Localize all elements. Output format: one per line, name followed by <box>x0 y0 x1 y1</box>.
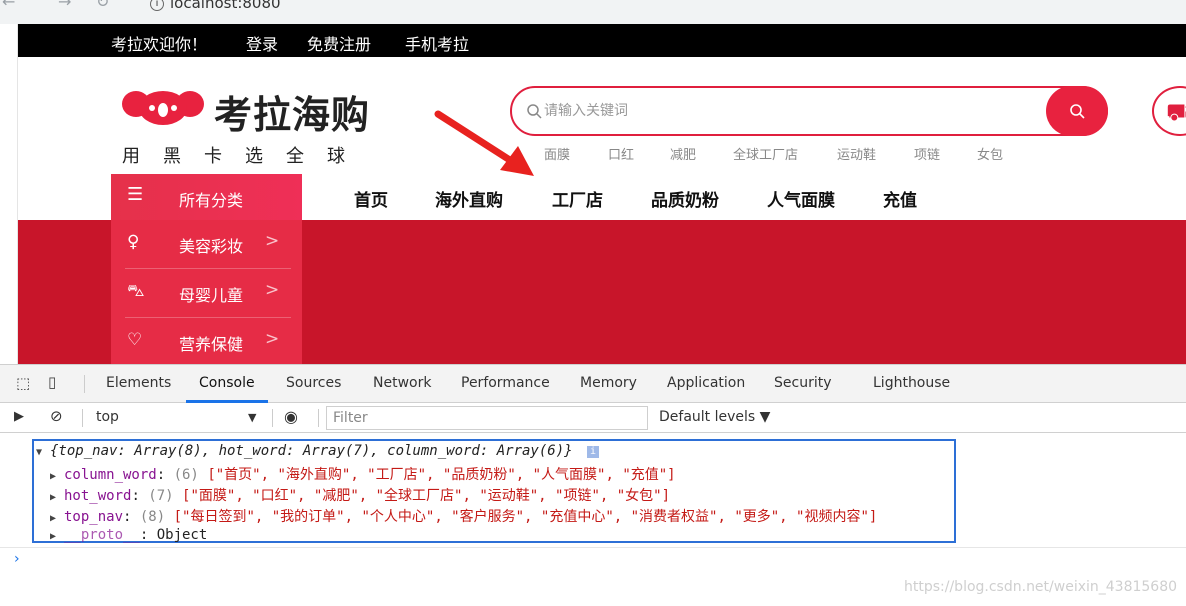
console-object-output: ▼ {top_nav: Array(8), hot_word: Array(7),… <box>32 439 956 543</box>
nav-item[interactable]: 品质奶粉 <box>651 186 719 211</box>
tab-application[interactable]: Application <box>667 375 745 391</box>
category-label: 母婴儿童 <box>179 286 244 305</box>
hot-word-link[interactable]: 减肥 <box>670 144 696 163</box>
hot-word-link[interactable]: 女包 <box>977 144 1003 163</box>
category-header[interactable]: ☰ 所有分类 <box>111 174 302 220</box>
back-icon[interactable]: ← <box>2 0 15 11</box>
eye-icon[interactable]: ◉ <box>284 407 298 426</box>
nav-item[interactable]: 首页 <box>354 186 388 211</box>
register-link[interactable]: 免费注册 <box>307 31 371 55</box>
tab-elements[interactable]: Elements <box>106 375 171 391</box>
top-bar: 考拉欢迎你！ 登录 免费注册 手机考拉 <box>18 24 1186 57</box>
info-icon[interactable]: i <box>587 446 600 458</box>
logo-title: 考拉海购 <box>214 93 371 137</box>
filter-input[interactable]: Filter <box>326 406 648 430</box>
hot-word-link[interactable]: 面膜 <box>544 144 570 163</box>
clear-console-icon[interactable]: ⊘ <box>50 407 63 425</box>
console-prompt-icon[interactable]: › <box>14 551 20 567</box>
watermark: https://blog.csdn.net/weixin_43815680 <box>904 579 1178 595</box>
chevron-right-icon: > <box>265 231 280 251</box>
annotation-arrow-icon <box>434 110 534 176</box>
stroller-icon: ⛍ <box>127 281 145 301</box>
cart-button[interactable]: ⛟ <box>1152 86 1186 136</box>
property-row[interactable]: ▶ __proto__: Object <box>50 527 207 543</box>
category-label: 美容彩妆 <box>179 237 244 256</box>
category-item-health[interactable]: ♡ 营养保健 > <box>125 318 291 364</box>
sidebar-toggle-icon[interactable]: ▶ <box>14 409 24 424</box>
expand-down-icon: ▼ <box>36 447 43 458</box>
reload-icon[interactable]: ↻ <box>96 0 109 11</box>
login-link[interactable]: 登录 <box>246 31 278 55</box>
nav-item[interactable]: 充值 <box>883 186 917 211</box>
divider <box>318 409 319 427</box>
chevron-down-icon[interactable]: ▼ <box>248 411 256 424</box>
expand-right-icon: ▶ <box>50 513 57 524</box>
nav-item[interactable]: 人气面膜 <box>767 186 835 211</box>
url-text: localhost:8080 <box>170 0 281 12</box>
divider <box>84 375 85 393</box>
mobile-link[interactable]: 手机考拉 <box>405 31 469 55</box>
tab-performance[interactable]: Performance <box>461 375 550 391</box>
context-select[interactable]: top <box>96 409 119 425</box>
search-button[interactable] <box>1046 86 1108 136</box>
devtools-tabs: ⬚ ▯ Elements Console Sources Network Per… <box>0 365 1186 403</box>
property-row[interactable]: ▶ top_nav: (8) ["每日签到", "我的订单", "个人中心", "… <box>50 506 877 526</box>
divider <box>0 547 1186 548</box>
tab-lighthouse[interactable]: Lighthouse <box>873 375 950 391</box>
property-row[interactable]: ▶ column_word: (6) ["首页", "海外直购", "工厂店", … <box>50 464 676 484</box>
nav-item[interactable]: 海外直购 <box>435 186 503 211</box>
info-icon[interactable]: i <box>150 0 164 11</box>
property-row[interactable]: ▶ hot_word: (7) ["面膜", "口红", "减肥", "全球工厂店… <box>50 485 670 505</box>
webpage: 考拉欢迎你！ 登录 免费注册 手机考拉 考拉海购 用黑卡选全球 请输入关键词 面… <box>0 24 1186 364</box>
hot-word-link[interactable]: 运动鞋 <box>837 144 876 163</box>
menu-icon: ☰ <box>127 184 144 205</box>
inspect-icon[interactable]: ⬚ <box>16 374 30 392</box>
forward-icon[interactable]: → <box>58 0 71 11</box>
hot-word-link[interactable]: 口红 <box>608 144 634 163</box>
chevron-right-icon: > <box>265 329 280 349</box>
divider <box>82 409 83 427</box>
expand-right-icon: ▶ <box>50 492 57 503</box>
levels-dropdown[interactable]: Default levels ▼ <box>659 409 770 425</box>
expand-right-icon: ▶ <box>50 531 57 542</box>
device-toggle-icon[interactable]: ▯ <box>48 373 56 391</box>
cart-icon: ⛟ <box>1166 98 1186 126</box>
hot-word-link[interactable]: 全球工厂店 <box>733 144 798 163</box>
search-input[interactable] <box>544 99 1024 123</box>
category-header-label: 所有分类 <box>179 191 244 210</box>
object-summary[interactable]: ▼ {top_nav: Array(8), hot_word: Array(7),… <box>36 443 600 459</box>
console-toolbar: ▶ ⊘ top ▼ ◉ Filter Default levels ▼ <box>0 403 1186 433</box>
expand-right-icon: ▶ <box>50 471 57 482</box>
tab-network[interactable]: Network <box>373 375 431 391</box>
category-panel: ☰ 所有分类 ♀ 美容彩妆 > ⛍ 母婴儿童 > ♡ 营养保健 > <box>111 174 302 364</box>
browser-toolbar: ← → ↻ i localhost:8080 <box>0 0 1186 24</box>
nav-item[interactable]: 工厂店 <box>552 186 603 211</box>
search-box <box>510 86 1108 136</box>
welcome-text: 考拉欢迎你！ <box>111 35 208 54</box>
heart-icon: ♡ <box>127 330 143 350</box>
divider <box>272 409 273 427</box>
tab-security[interactable]: Security <box>774 375 832 391</box>
category-item-beauty[interactable]: ♀ 美容彩妆 > <box>125 220 291 269</box>
devtools-panel: ⬚ ▯ Elements Console Sources Network Per… <box>0 364 1186 606</box>
category-label: 营养保健 <box>179 335 244 354</box>
tab-memory[interactable]: Memory <box>580 375 637 391</box>
hot-word-link[interactable]: 项链 <box>914 144 940 163</box>
tab-console[interactable]: Console <box>199 375 255 391</box>
chevron-right-icon: > <box>265 280 280 300</box>
category-item-baby[interactable]: ⛍ 母婴儿童 > <box>125 269 291 318</box>
koala-logo-icon <box>122 91 204 125</box>
logo-slogan: 用黑卡选全球 <box>122 146 368 167</box>
lipstick-icon: ♀ <box>127 232 140 252</box>
tab-sources[interactable]: Sources <box>286 375 341 391</box>
search-icon <box>1070 104 1085 119</box>
address-bar[interactable]: i localhost:8080 <box>150 0 281 12</box>
